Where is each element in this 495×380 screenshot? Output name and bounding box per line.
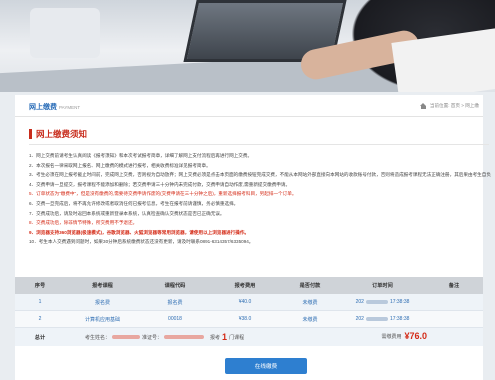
total-fee-label: 需缴费用 <box>381 333 402 340</box>
column-header-course: 报考课程 <box>92 283 113 289</box>
notice-rules-list: 1．网上交费前请考生认真阅读《报考须知》和本次考试报考简章，详细了解网上支付流程… <box>29 151 491 247</box>
table-summary-row: 总计 考生姓名： 准证号： 报考 1 门课程 需缴费用 ¥76.0 <box>15 328 483 346</box>
row-index: 2 <box>38 316 42 322</box>
notice-rule: 9．浏览器支持360浏览器(极速模式)，谷歌浏览器、火狐浏览器等常用浏览器，请使… <box>29 229 250 235</box>
notice-rule: 5．订单状态为"缴费中"，但是没有缴费的,需要待交费申请作废的(交费申请在三十分… <box>29 191 297 197</box>
student-name-label: 考生姓名： <box>85 334 111 341</box>
row-course[interactable]: 报名费 <box>65 299 140 306</box>
fee-table: 序号 报考课程 课程代码 报考费用 是否付款 订单时间 备注 1 报名费 报名费… <box>15 277 483 346</box>
row-course[interactable]: 计算机应用基础 <box>65 316 140 323</box>
column-header-fee: 报考费用 <box>234 283 256 289</box>
home-icon <box>419 103 427 109</box>
notice-rule: 6．交费一旦完成后，将不再允许修改或者取消任何已报考信息，考生在报考前请谨慎，务… <box>29 200 239 206</box>
redacted-id <box>164 335 205 339</box>
row-order-time-suffix: 17:38:38 <box>389 299 410 305</box>
row-code: 报名费 <box>167 299 183 306</box>
student-id-label: 准证号： <box>142 334 163 341</box>
hero-decor <box>30 8 100 58</box>
redacted-name <box>112 335 141 339</box>
row-order-time-prefix: 202 <box>355 316 364 322</box>
row-order-time-suffix: 17:38:38 <box>389 316 410 322</box>
notice-rule: 8．交费成功后，除非情节特殊，所交费用不予退还。 <box>29 220 138 226</box>
redacted-date <box>365 299 388 304</box>
row-order-time: 202 17:38:38 <box>340 299 425 305</box>
column-header-code: 课程代码 <box>164 283 186 289</box>
summary-label: 总计 <box>34 334 46 341</box>
breadcrumb-text[interactable]: 当前位置: 首页 > 网上缴 <box>430 103 479 109</box>
row-order-time: 202 17:38:38 <box>340 316 425 322</box>
page-title-text: 网上缴费 <box>29 104 57 111</box>
notice-rule: 4．交费申请一旦提交，报考课程不能添加和删除；若交费申请三十分钟内未完成付款，交… <box>29 181 291 187</box>
column-header-note: 备注 <box>448 283 460 289</box>
course-count: 1 <box>222 332 228 342</box>
notice-rule: 10．考生本人交费遇到问题时，如果30分钟后系统缴费状态还没有更新，请及时联系0… <box>29 239 254 245</box>
count-prefix: 报考 <box>210 334 221 341</box>
total-fee-amount: ¥76.0 <box>404 331 427 341</box>
notice-title: 网上缴费须知 <box>29 129 87 139</box>
panel-header: 网上缴费 PAYMENT 当前位置: 首页 > 网上缴 <box>15 95 483 117</box>
notice-rule: 7．交费成功后，请及时返回本系统或重新登录本系统，认真检查确认交费状态是否已正确… <box>29 210 225 216</box>
column-header-index: 序号 <box>34 283 46 289</box>
hero-banner <box>0 0 495 92</box>
redacted-date <box>365 316 388 321</box>
column-header-time: 订单时间 <box>372 283 393 289</box>
notice-rule: 3．考生必须在网上报考截止时间前，完成网上交费，否则视为自动放弃；网上交费必须是… <box>29 172 491 178</box>
row-paid-status: 未缴费 <box>302 299 318 306</box>
table-row[interactable]: 1 报名费 报名费 ¥40.0 未缴费 202 17:38:38 <box>15 294 483 311</box>
table-row[interactable]: 2 计算机应用基础 00018 ¥38.0 未缴费 202 17:38:38 <box>15 311 483 328</box>
page-subtitle: PAYMENT <box>59 105 81 110</box>
row-fee: ¥38.0 <box>238 316 252 322</box>
row-paid-status: 未缴费 <box>302 316 318 323</box>
online-pay-button[interactable]: 在线缴费 <box>225 358 307 374</box>
notice-rule: 2．本次报名一律采取网上报名、网上缴费的模式进行报考，相关收费标准详见报考简章。 <box>29 162 211 168</box>
notice-rule: 1．网上交费前请考生认真阅读《报考须知》和本次考试报考简章，详细了解网上支付流程… <box>29 153 253 158</box>
notice-divider <box>29 144 489 145</box>
breadcrumb[interactable]: 当前位置: 首页 > 网上缴 <box>419 103 479 109</box>
page-title: 网上缴费 PAYMENT <box>29 102 80 112</box>
row-code: 00018 <box>168 316 182 322</box>
row-order-time-prefix: 202 <box>355 299 364 305</box>
count-suffix: 门课程 <box>229 334 245 341</box>
column-header-paid: 是否付款 <box>299 283 321 289</box>
row-index: 1 <box>38 299 42 305</box>
row-fee: ¥40.0 <box>238 299 252 305</box>
table-header: 序号 报考课程 课程代码 报考费用 是否付款 订单时间 备注 <box>15 277 483 294</box>
summary-info: 考生姓名： 准证号： 报考 1 门课程 <box>85 332 244 342</box>
total-fee: 需缴费用 ¥76.0 <box>381 331 427 341</box>
